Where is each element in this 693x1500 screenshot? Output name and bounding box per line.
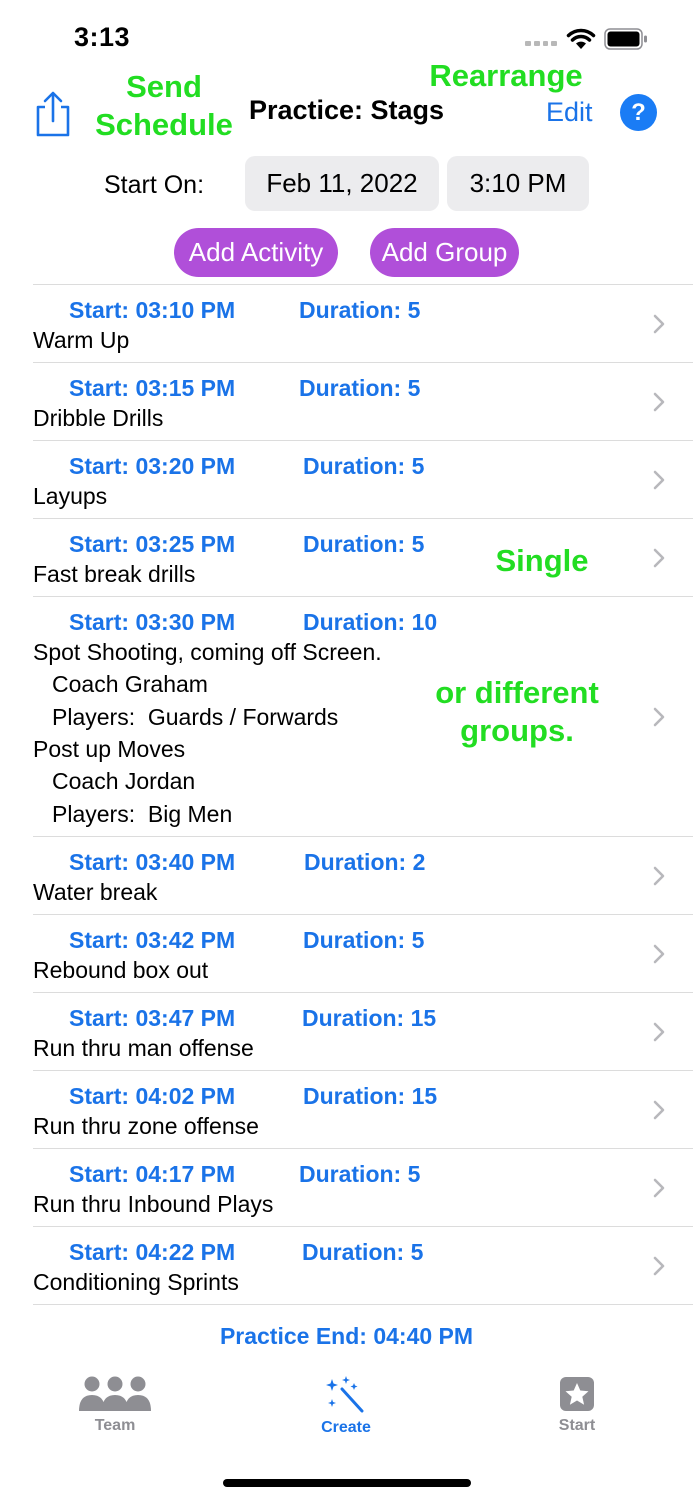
group-players: Players: Big Men: [52, 801, 233, 827]
activity-row[interactable]: Start: 04:02 PM Duration: 15 Run thru zo…: [33, 1071, 693, 1149]
add-group-button[interactable]: Add Group: [370, 228, 519, 277]
group-coach: Coach Graham: [52, 671, 208, 697]
activity-duration: Duration: 15: [303, 1083, 438, 1109]
activity-duration: Duration: 5: [299, 1161, 421, 1187]
activity-row[interactable]: Start: 04:17 PM Duration: 5 Run thru Inb…: [33, 1149, 693, 1227]
help-button[interactable]: ?: [620, 94, 657, 131]
activity-start: Start: 03:10 PM: [69, 297, 236, 323]
activity-row[interactable]: Start: 03:42 PM Duration: 5 Rebound box …: [33, 915, 693, 993]
chevron-right-icon: [653, 470, 665, 489]
start-date-picker[interactable]: Feb 11, 2022: [245, 156, 439, 211]
group-activity: Post up Moves: [33, 736, 186, 762]
activity-duration: Duration: 5: [299, 297, 421, 323]
activity-name: Layups: [33, 483, 108, 509]
add-activity-button[interactable]: Add Activity: [174, 228, 338, 277]
activity-row[interactable]: Start: 03:15 PM Duration: 5 Dribble Dril…: [33, 363, 693, 441]
chevron-right-icon: [653, 944, 665, 963]
start-time-picker[interactable]: 3:10 PM: [447, 156, 589, 211]
activity-duration: Duration: 10: [303, 609, 438, 635]
activity-duration: Duration: 5: [302, 1239, 424, 1265]
activity-name: Fast break drills: [33, 561, 196, 587]
activity-start: Start: 03:15 PM: [69, 375, 236, 401]
tab-team[interactable]: Team: [72, 1375, 158, 1435]
annotation-single: Single: [495, 543, 589, 578]
battery-icon: [604, 28, 647, 50]
activity-name: Conditioning Sprints: [33, 1269, 239, 1295]
activity-name: Dribble Drills: [33, 405, 164, 431]
help-icon: ?: [631, 98, 646, 126]
activity-name: Run thru Inbound Plays: [33, 1191, 274, 1217]
activity-name: Water break: [33, 879, 158, 905]
activity-name: Run thru man offense: [33, 1035, 254, 1061]
activity-start: Start: 03:47 PM: [69, 1005, 236, 1031]
chevron-right-icon: [653, 707, 665, 726]
activity-name: Warm Up: [33, 327, 130, 353]
tab-create-label: Create: [321, 1419, 371, 1436]
activity-row[interactable]: Start: 03:40 PM Duration: 2 Water break: [33, 837, 693, 915]
activity-list: Start: 03:10 PM Duration: 5 Warm Up Star…: [33, 284, 693, 1305]
activity-start: Start: 03:30 PM: [69, 609, 236, 635]
magic-wand-icon: [326, 1376, 364, 1413]
cellular-signal-icon: [525, 38, 557, 46]
activity-name: Run thru zone offense: [33, 1113, 259, 1139]
activity-duration: Duration: 5: [303, 453, 425, 479]
wifi-icon: [566, 28, 596, 49]
activity-start: Start: 04:17 PM: [69, 1161, 236, 1187]
practice-end-time: Practice End: 04:40 PM: [219, 1323, 474, 1349]
team-icon: [79, 1376, 151, 1411]
activity-row[interactable]: Start: 03:47 PM Duration: 15 Run thru ma…: [33, 993, 693, 1071]
activity-start: Start: 03:25 PM: [69, 531, 236, 557]
group-activity: Spot Shooting, coming off Screen.: [33, 639, 382, 665]
annotation-different-groups: or different groups.: [435, 675, 599, 748]
activity-duration: Duration: 5: [303, 531, 425, 557]
activity-start: Start: 04:22 PM: [69, 1239, 236, 1265]
annotation-rearrange: Rearrange: [429, 58, 583, 93]
tab-start[interactable]: Start: [534, 1375, 620, 1435]
star-icon: [560, 1377, 594, 1411]
group-coach: Coach Jordan: [52, 768, 196, 794]
edit-button[interactable]: Edit: [546, 97, 593, 128]
tab-create[interactable]: Create: [303, 1375, 389, 1437]
chevron-right-icon: [653, 1178, 665, 1197]
chevron-right-icon: [653, 548, 665, 567]
chevron-right-icon: [653, 392, 665, 411]
activity-row[interactable]: Start: 03:20 PM Duration: 5 Layups: [33, 441, 693, 519]
activity-duration: Duration: 5: [303, 927, 425, 953]
chevron-right-icon: [653, 1022, 665, 1041]
chevron-right-icon: [653, 1256, 665, 1275]
activity-start: Start: 03:40 PM: [69, 849, 236, 875]
activity-duration: Duration: 5: [299, 375, 421, 401]
activity-start: Start: 04:02 PM: [69, 1083, 236, 1109]
status-time: 3:13: [74, 22, 131, 52]
group-players: Players: Guards / Forwards: [52, 704, 339, 730]
activity-name: Rebound box out: [33, 957, 209, 983]
chevron-right-icon: [653, 1100, 665, 1119]
chevron-right-icon: [653, 314, 665, 333]
activity-row[interactable]: Start: 03:10 PM Duration: 5 Warm Up: [33, 285, 693, 363]
activity-duration: Duration: 15: [302, 1005, 437, 1031]
start-on-label: Start On:: [104, 171, 205, 199]
activity-duration: Duration: 2: [304, 849, 426, 875]
activity-start: Start: 03:20 PM: [69, 453, 236, 479]
chevron-right-icon: [653, 866, 665, 885]
activity-start: Start: 03:42 PM: [69, 927, 236, 953]
activity-row[interactable]: Start: 04:22 PM Duration: 5 Conditioning…: [33, 1227, 693, 1305]
home-indicator: [223, 1479, 471, 1487]
tab-team-label: Team: [94, 1417, 136, 1434]
tab-start-label: Start: [558, 1417, 596, 1434]
